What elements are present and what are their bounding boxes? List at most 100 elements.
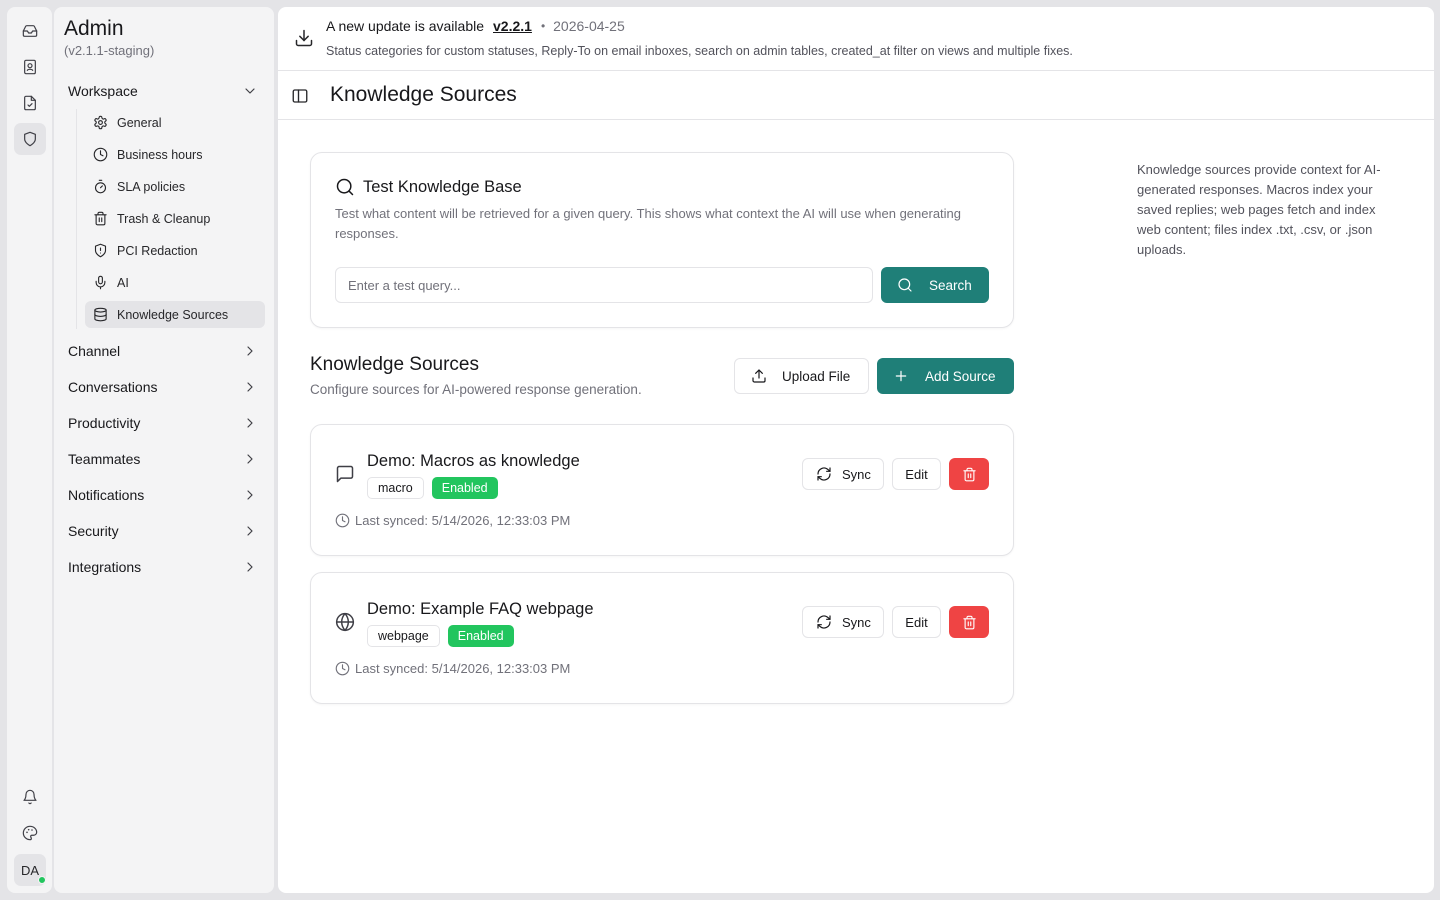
section-productivity[interactable]: Productivity bbox=[68, 410, 258, 436]
main-panel: A new update is available v2.2.1 • 2026-… bbox=[278, 7, 1434, 893]
sidebar-item-general[interactable]: General bbox=[85, 109, 265, 136]
update-date: 2026-04-25 bbox=[553, 18, 625, 34]
plus-icon bbox=[895, 370, 907, 382]
section-security[interactable]: Security bbox=[68, 518, 258, 544]
refresh-icon bbox=[817, 615, 831, 629]
update-text: A new update is available bbox=[326, 18, 484, 34]
section-channel[interactable]: Channel bbox=[68, 338, 258, 364]
mic-icon bbox=[95, 275, 106, 290]
chevron-right-icon bbox=[242, 379, 258, 395]
trash-icon bbox=[962, 615, 976, 629]
panel-toggle-icon[interactable] bbox=[291, 87, 309, 105]
section-label: Teammates bbox=[68, 451, 141, 467]
section-label: Channel bbox=[68, 343, 121, 359]
update-banner: A new update is available v2.2.1 • 2026-… bbox=[278, 7, 1434, 71]
test-card-title: Test Knowledge Base bbox=[335, 177, 522, 197]
update-notes: Status categories for custom statuses, R… bbox=[326, 44, 1073, 58]
upload-file-button[interactable]: Upload File bbox=[734, 358, 869, 394]
shield-alert-icon bbox=[94, 243, 107, 258]
refresh-icon bbox=[817, 467, 831, 481]
shield-icon[interactable] bbox=[14, 123, 46, 155]
admin-sidebar: Admin (v2.1.1-staging) Workspace General… bbox=[54, 7, 274, 893]
sidebar-item-label: Knowledge Sources bbox=[117, 307, 229, 322]
sidebar-item-label: SLA policies bbox=[117, 179, 186, 194]
delete-button[interactable] bbox=[949, 606, 989, 638]
source-card: Demo: Example FAQ webpage webpage Enable… bbox=[310, 572, 1014, 704]
add-source-button[interactable]: Add Source bbox=[877, 358, 1014, 394]
globe-icon bbox=[335, 612, 355, 632]
last-synced: Last synced: 5/14/2026, 12:33:03 PM bbox=[335, 513, 570, 528]
sidebar-item-ai[interactable]: AI bbox=[85, 269, 265, 296]
test-card-description: Test what content will be retrieved for … bbox=[335, 206, 962, 241]
source-card: Demo: Macros as knowledge macro Enabled … bbox=[310, 424, 1014, 556]
sources-section-title: Knowledge Sources bbox=[310, 354, 479, 375]
section-teammates[interactable]: Teammates bbox=[68, 446, 258, 472]
update-headline: A new update is available v2.2.1 • 2026-… bbox=[326, 18, 625, 34]
source-type-badge: macro bbox=[367, 477, 424, 499]
section-label: Workspace bbox=[68, 83, 138, 99]
sidebar-item-sla-policies[interactable]: SLA policies bbox=[85, 173, 265, 200]
section-notifications[interactable]: Notifications bbox=[68, 482, 258, 508]
timer-icon bbox=[94, 179, 107, 194]
section-workspace[interactable]: Workspace bbox=[68, 78, 258, 104]
page-header: Knowledge Sources bbox=[278, 71, 1434, 120]
section-integrations[interactable]: Integrations bbox=[68, 554, 258, 580]
edit-button[interactable]: Edit bbox=[892, 606, 941, 638]
palette-icon[interactable] bbox=[14, 817, 46, 849]
chevron-right-icon bbox=[242, 523, 258, 539]
section-label: Productivity bbox=[68, 415, 141, 431]
sidebar-item-label: Business hours bbox=[117, 147, 203, 162]
section-conversations[interactable]: Conversations bbox=[68, 374, 258, 400]
chevron-right-icon bbox=[242, 559, 258, 575]
gear-icon bbox=[94, 115, 107, 130]
icon-rail: DA bbox=[7, 7, 52, 893]
test-query-input[interactable] bbox=[335, 267, 873, 303]
delete-button[interactable] bbox=[949, 458, 989, 490]
sidebar-version: (v2.1.1-staging) bbox=[64, 43, 155, 58]
sidebar-item-business-hours[interactable]: Business hours bbox=[85, 141, 265, 168]
sync-label: Sync bbox=[842, 466, 871, 482]
report-icon[interactable] bbox=[14, 87, 46, 119]
page-title: Knowledge Sources bbox=[330, 83, 517, 106]
upload-file-label: Upload File bbox=[782, 368, 851, 384]
section-label: Security bbox=[68, 523, 119, 539]
chevron-down-icon bbox=[242, 83, 258, 99]
separator-dot: • bbox=[540, 19, 546, 33]
status-badge: Enabled bbox=[447, 625, 514, 647]
clock-icon bbox=[335, 513, 350, 528]
sidebar-item-label: PCI Redaction bbox=[117, 243, 198, 258]
sidebar-item-knowledge-sources[interactable]: Knowledge Sources bbox=[85, 301, 265, 328]
source-type-badge: webpage bbox=[367, 625, 440, 647]
search-button[interactable]: Search bbox=[881, 267, 989, 303]
update-version-link[interactable]: v2.2.1 bbox=[493, 18, 532, 34]
sidebar-item-trash-cleanup[interactable]: Trash & Cleanup bbox=[85, 205, 265, 232]
sidebar-item-label: AI bbox=[117, 275, 129, 290]
add-source-label: Add Source bbox=[925, 368, 996, 384]
sidebar-item-pci-redaction[interactable]: PCI Redaction bbox=[85, 237, 265, 264]
database-icon bbox=[94, 307, 107, 322]
sources-section-description: Configure sources for AI-powered respons… bbox=[310, 382, 642, 397]
source-badges: macro Enabled bbox=[367, 477, 498, 499]
edit-button[interactable]: Edit bbox=[892, 458, 941, 490]
chevron-right-icon bbox=[242, 415, 258, 431]
search-icon bbox=[336, 178, 354, 196]
search-button-label: Search bbox=[929, 277, 972, 293]
sync-button[interactable]: Sync bbox=[802, 458, 884, 490]
submenu-divider bbox=[76, 109, 77, 329]
online-status-dot bbox=[38, 876, 46, 884]
upload-icon bbox=[752, 369, 766, 383]
trash-icon bbox=[94, 211, 107, 226]
last-synced-text: Last synced: 5/14/2026, 12:33:03 PM bbox=[355, 513, 571, 528]
last-synced: Last synced: 5/14/2026, 12:33:03 PM bbox=[335, 661, 570, 676]
clock-icon bbox=[335, 661, 350, 676]
inbox-icon[interactable] bbox=[14, 15, 46, 47]
bell-icon[interactable] bbox=[14, 781, 46, 813]
download-icon bbox=[294, 28, 314, 48]
test-knowledge-card: Test Knowledge Base Test what content wi… bbox=[310, 152, 1014, 328]
chevron-right-icon bbox=[242, 487, 258, 503]
contacts-icon[interactable] bbox=[14, 51, 46, 83]
sync-button[interactable]: Sync bbox=[802, 606, 884, 638]
search-icon bbox=[898, 278, 912, 292]
section-label: Conversations bbox=[68, 379, 158, 395]
info-panel-text: Knowledge sources provide context for AI… bbox=[1137, 162, 1381, 257]
